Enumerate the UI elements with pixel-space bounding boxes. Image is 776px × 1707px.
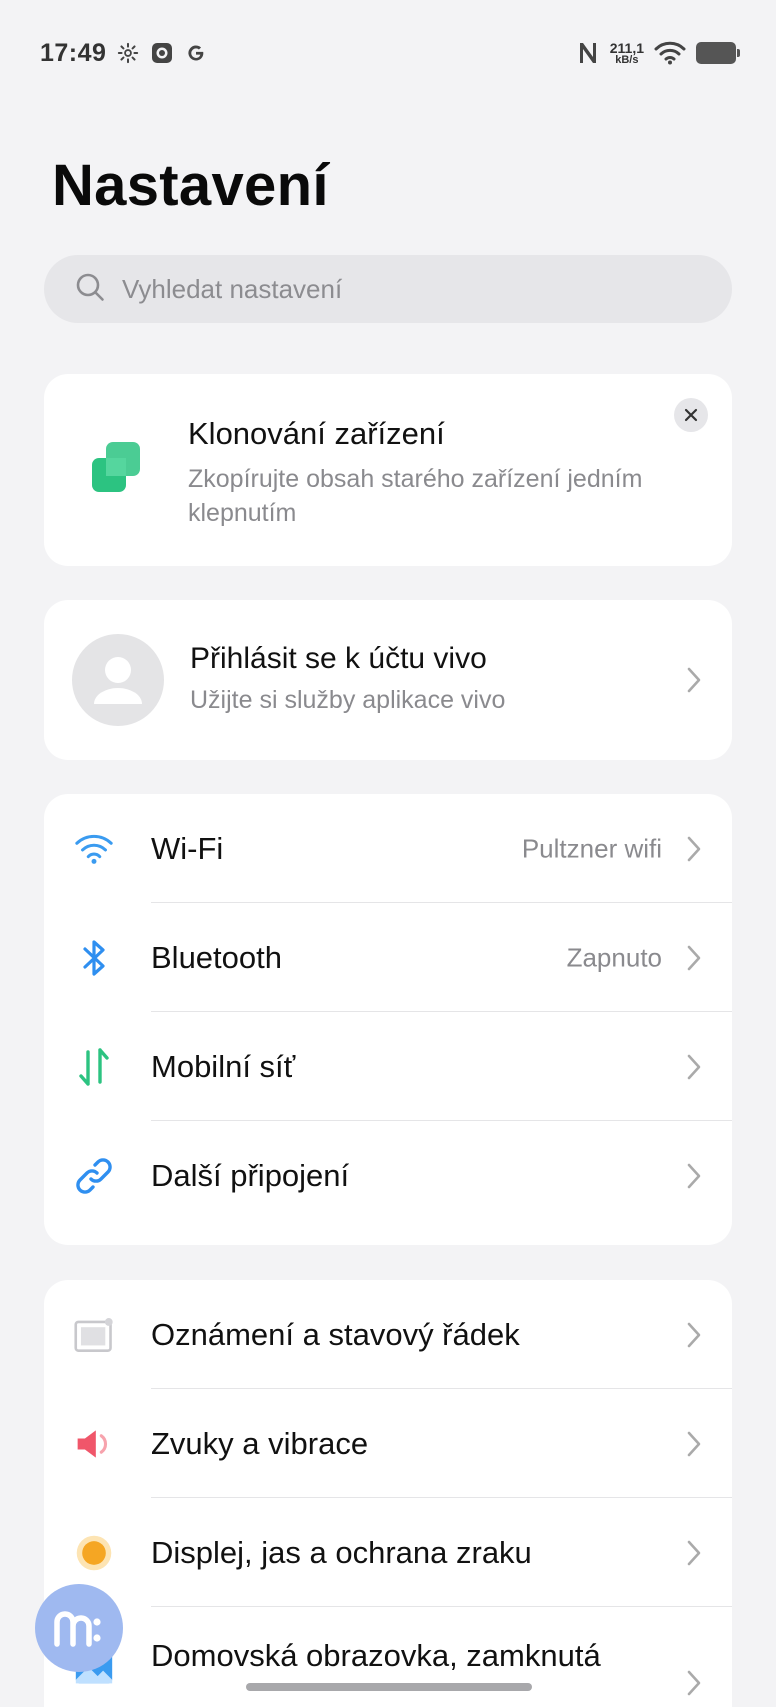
more-connections-label: Další připojení — [151, 1157, 350, 1193]
settings-gear-icon — [116, 41, 140, 65]
link-icon — [74, 1156, 114, 1196]
chevron-right-icon — [687, 1670, 701, 1696]
account-subtitle: Užijte si služby aplikace vivo — [190, 686, 506, 714]
settings-row-notifications[interactable]: Oznámení a stavový řádek — [44, 1280, 732, 1389]
speaker-icon — [74, 1424, 114, 1464]
device-clone-subtitle: Zkopírujte obsah starého zařízení jedním… — [188, 465, 643, 527]
wifi-value: Pultzner wifi — [521, 833, 662, 863]
vivo-account-card[interactable]: Přihlásit se k účtu vivo Užijte si služb… — [44, 600, 732, 760]
camera-icon — [150, 41, 174, 65]
avatar — [72, 634, 164, 726]
battery-icon — [696, 42, 740, 64]
nfc-icon — [576, 41, 600, 65]
status-bar-left: 17:49 — [40, 39, 208, 68]
notifications-label: Oznámení a stavový řádek — [151, 1316, 520, 1352]
home-indicator[interactable] — [246, 1683, 532, 1691]
network-speed: 211,1 kB/s — [610, 41, 644, 66]
chevron-right-icon — [687, 1054, 701, 1079]
chevron-right-icon — [687, 945, 701, 970]
status-time: 17:49 — [40, 38, 107, 67]
display-label: Displej, jas a ochrana zraku — [151, 1534, 532, 1570]
home-screen-label: Domovská obrazovka, zamknutá — [151, 1638, 601, 1673]
chevron-right-icon — [687, 1431, 701, 1456]
device-clone-title: Klonování zařízení — [188, 416, 445, 451]
google-icon — [184, 41, 208, 65]
close-icon[interactable] — [674, 398, 708, 432]
chevron-right-icon — [687, 1540, 701, 1565]
display-group: Oznámení a stavový řádek Zvuky a vibrace… — [44, 1280, 732, 1707]
search-placeholder: Vyhledat nastavení — [122, 273, 343, 304]
network-speed-unit: kB/s — [615, 53, 639, 66]
floating-assistant-button[interactable] — [35, 1584, 123, 1672]
network-speed-value: 211,1 — [609, 39, 644, 56]
search-icon — [74, 271, 106, 308]
sounds-label: Zvuky a vibrace — [151, 1425, 369, 1461]
wifi-label: Wi-Fi — [151, 830, 224, 866]
assistant-logo-icon — [54, 1611, 101, 1647]
chevron-right-icon — [687, 667, 701, 693]
settings-row-mobile-network[interactable]: Mobilní síť — [44, 1012, 732, 1121]
chevron-right-icon — [687, 1163, 701, 1188]
bluetooth-icon — [74, 938, 114, 978]
account-title: Přihlásit se k účtu vivo — [190, 642, 487, 675]
search-input[interactable]: Vyhledat nastavení — [44, 255, 732, 323]
bluetooth-label: Bluetooth — [151, 939, 282, 975]
chevron-right-icon — [687, 1322, 701, 1347]
settings-row-bluetooth[interactable]: Bluetooth Zapnuto — [44, 903, 732, 1012]
device-clone-icon — [88, 440, 144, 501]
status-bar: 17:49 211,1 kB/s — [0, 0, 776, 106]
page-title: Nastavení — [52, 153, 329, 218]
mobile-data-icon — [74, 1047, 114, 1087]
notification-icon — [74, 1315, 114, 1355]
chevron-right-icon — [687, 836, 701, 861]
settings-row-wifi[interactable]: Wi-Fi Pultzner wifi — [44, 794, 732, 903]
settings-row-home-screen[interactable]: Domovská obrazovka, zamknutá — [44, 1607, 732, 1707]
status-bar-right: 211,1 kB/s — [576, 41, 740, 66]
wifi-status-icon — [654, 41, 686, 65]
settings-row-more-connections[interactable]: Další připojení — [44, 1121, 732, 1230]
bluetooth-value: Zapnuto — [566, 942, 662, 972]
connectivity-group: Wi-Fi Pultzner wifi Bluetooth Zapnuto Mo… — [44, 794, 732, 1245]
brightness-icon — [74, 1533, 114, 1573]
mobile-network-label: Mobilní síť — [151, 1048, 296, 1084]
settings-row-sounds[interactable]: Zvuky a vibrace — [44, 1389, 732, 1498]
wifi-icon — [74, 829, 114, 869]
device-clone-card[interactable]: Klonování zařízení Zkopírujte obsah star… — [44, 374, 732, 566]
settings-row-display[interactable]: Displej, jas a ochrana zraku — [44, 1498, 732, 1607]
